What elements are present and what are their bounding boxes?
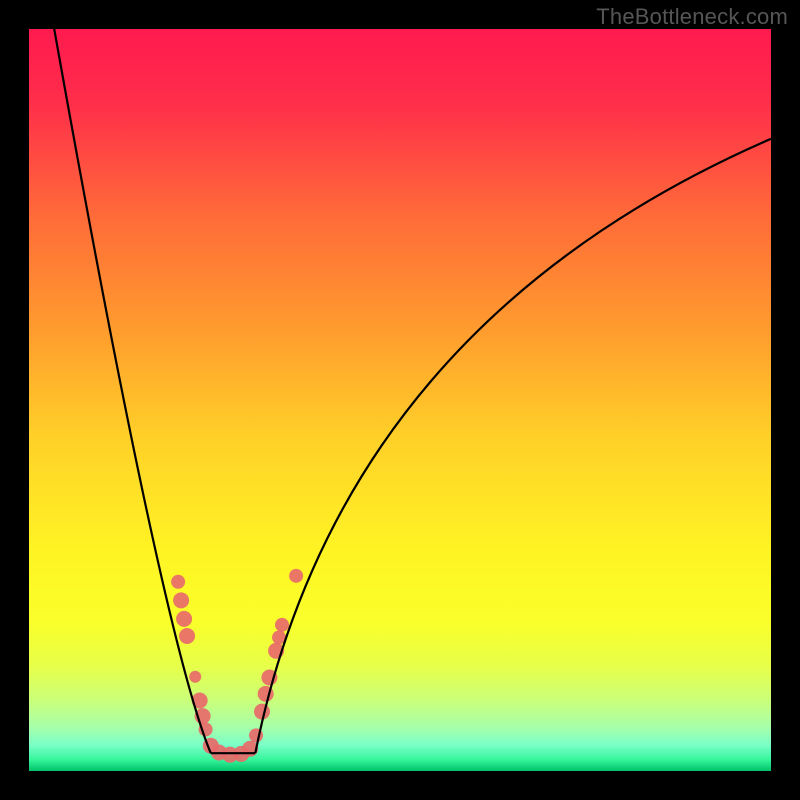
right-curve: [255, 139, 771, 753]
plot-area: [29, 29, 771, 771]
scatter-dots: [171, 569, 303, 763]
scatter-dot: [275, 618, 289, 632]
scatter-dot: [176, 611, 192, 627]
curves-layer: [29, 29, 771, 771]
scatter-dot: [254, 704, 270, 720]
watermark-text: TheBottleneck.com: [596, 4, 788, 30]
scatter-dot: [171, 575, 185, 589]
scatter-dot: [173, 592, 189, 608]
left-curve: [54, 29, 211, 753]
chart-frame: TheBottleneck.com: [0, 0, 800, 800]
scatter-dot: [179, 628, 195, 644]
scatter-dot: [289, 569, 303, 583]
scatter-dot: [189, 671, 201, 683]
